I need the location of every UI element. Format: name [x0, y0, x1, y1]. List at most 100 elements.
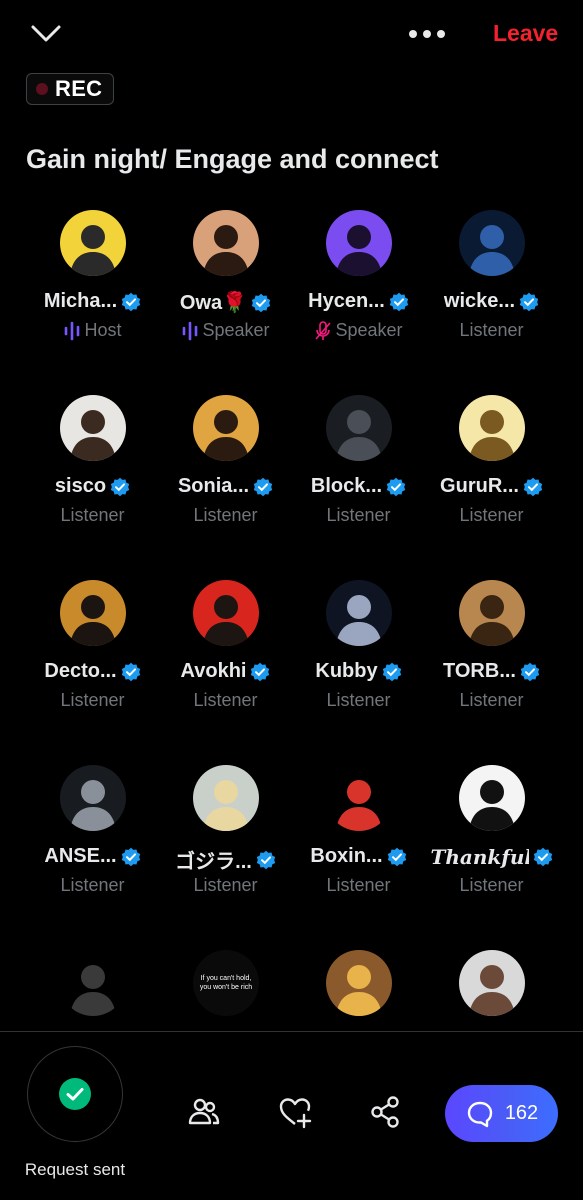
verified-badge-icon [533, 847, 552, 867]
leave-button[interactable]: Leave [493, 20, 558, 47]
chat-count: 162 [504, 1102, 539, 1124]
participants-grid: Micha... Host Owa🌹 Speaker Hycen... Speaker wi… [26, 208, 558, 1030]
participant-role-row: Listener [292, 690, 425, 711]
participant-name-row: sisco [26, 475, 159, 498]
avatar[interactable] [193, 765, 259, 831]
participant-name-row: Kubby [292, 660, 425, 683]
participant-card[interactable]: ANSE... Listener [26, 763, 159, 948]
participant-name-row: Micha... [26, 290, 159, 313]
avatar[interactable] [60, 950, 126, 1016]
recording-label: REC [55, 76, 103, 101]
avatar[interactable] [326, 950, 392, 1016]
recording-badge: REC [26, 73, 114, 105]
request-sent-button[interactable] [27, 1046, 123, 1142]
heart-plus-icon[interactable] [277, 1094, 313, 1130]
participant-role: Listener [193, 505, 258, 525]
participant-card[interactable]: Boxin... Listener [292, 763, 425, 948]
participant-name: Micha... [43, 290, 118, 312]
participant-card[interactable]: If you can't hold, you won't be rich [159, 948, 292, 1030]
more-options-icon[interactable] [404, 20, 450, 48]
participant-role: Listener [459, 505, 524, 525]
participant-card[interactable]: sisco Listener [26, 393, 159, 578]
participant-card[interactable]: Avokhi Listener [159, 578, 292, 763]
verified-badge-icon [121, 662, 140, 681]
participant-card[interactable] [26, 948, 159, 1030]
participant-name: Hycen... [308, 290, 385, 312]
participant-name-row: Avokhi [159, 660, 292, 683]
avatar[interactable] [459, 765, 525, 831]
avatar[interactable] [60, 580, 126, 646]
share-icon[interactable] [368, 1094, 404, 1130]
participant-role: Listener [326, 505, 391, 525]
participant-card[interactable]: Kubby Listener [292, 578, 425, 763]
verified-badge-icon [253, 477, 273, 496]
avatar[interactable] [193, 580, 259, 646]
participant-role-row: Speaker [159, 320, 292, 341]
check-circle-icon [59, 1078, 91, 1110]
mic-off-icon [315, 320, 332, 340]
sound-wave-icon [183, 321, 198, 340]
avatar[interactable] [326, 765, 392, 831]
participant-card[interactable]: ゴジラ... Listener [159, 763, 292, 948]
participant-role: Listener [193, 875, 258, 895]
participant-card[interactable]: TORB... Listener [425, 578, 558, 763]
participant-role: Listener [60, 505, 125, 525]
avatar[interactable] [326, 580, 392, 646]
participant-card[interactable]: Hycen... Speaker [292, 208, 425, 393]
verified-badge-icon [386, 477, 406, 496]
participant-name-row: Decto... [26, 660, 159, 683]
participant-card[interactable] [425, 948, 558, 1030]
verified-badge-icon [251, 293, 271, 312]
participant-name: Block... [310, 475, 383, 497]
participant-card[interactable] [292, 948, 425, 1030]
participant-role: Listener [459, 320, 524, 340]
participant-card[interactable]: Owa🌹 Speaker [159, 208, 292, 393]
participant-name: Boxin... [310, 845, 383, 867]
footer-divider [0, 1031, 583, 1032]
avatar[interactable] [193, 210, 259, 276]
top-bar: Leave [0, 0, 583, 70]
participant-card[interactable]: GuruR... Listener [425, 393, 558, 578]
participant-card[interactable]: Micha... Host [26, 208, 159, 393]
participant-role: Listener [459, 875, 524, 895]
participant-card[interactable]: wicke... Listener [425, 208, 558, 393]
avatar[interactable] [326, 210, 392, 276]
avatar[interactable] [459, 950, 525, 1016]
participant-role-row: Listener [425, 875, 558, 896]
participant-role-row: Listener [26, 875, 159, 896]
participant-role-row: Listener [425, 320, 558, 341]
participant-name: TORB... [443, 660, 516, 682]
participant-role-row: Listener [425, 505, 558, 526]
participant-role-row: Speaker [292, 320, 425, 341]
avatar[interactable] [60, 765, 126, 831]
people-icon[interactable] [186, 1094, 222, 1130]
participant-role: Listener [193, 690, 258, 710]
avatar[interactable] [459, 580, 525, 646]
avatar[interactable] [326, 395, 392, 461]
participant-card[interactable]: Thankful Listener [425, 763, 558, 948]
verified-badge-icon [256, 850, 276, 869]
avatar[interactable] [459, 395, 525, 461]
participant-card[interactable]: Block... Listener [292, 393, 425, 578]
avatar[interactable] [60, 395, 126, 461]
participant-card[interactable]: Sonia... Listener [159, 393, 292, 578]
participant-role: Listener [326, 690, 391, 710]
participant-role-row: Host [26, 320, 159, 341]
participant-name: Owa🌹 [179, 292, 248, 314]
chevron-down-icon[interactable] [28, 18, 64, 48]
participant-role: Listener [459, 690, 524, 710]
verified-badge-icon [121, 847, 140, 866]
verified-badge-icon [382, 662, 401, 681]
participant-role-row: Listener [159, 690, 292, 711]
participant-role-row: Listener [26, 505, 159, 526]
verified-badge-icon [251, 662, 270, 681]
avatar[interactable] [459, 210, 525, 276]
avatar[interactable] [193, 395, 259, 461]
participant-card[interactable]: Decto... Listener [26, 578, 159, 763]
participant-role-row: Listener [292, 875, 425, 896]
participant-role: Listener [326, 875, 391, 895]
avatar[interactable]: If you can't hold, you won't be rich [193, 950, 259, 1016]
chat-button[interactable]: 162 [445, 1085, 558, 1142]
verified-badge-icon [389, 292, 409, 311]
avatar[interactable] [60, 210, 126, 276]
